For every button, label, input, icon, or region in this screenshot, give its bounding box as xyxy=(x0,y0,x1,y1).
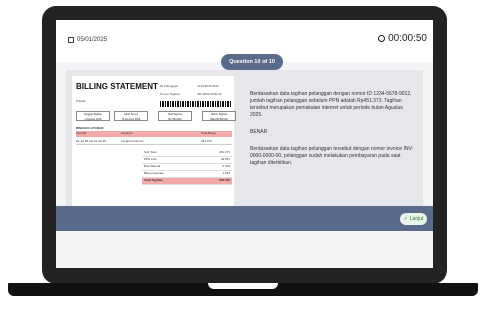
calendar-icon xyxy=(68,37,74,43)
statement-title: BILLING STATEMENT xyxy=(76,82,158,91)
date-text: 05/01/2025 xyxy=(77,37,108,43)
summary-box: Tanggal Tagihan 1 Agustus 2025 xyxy=(76,111,110,121)
next-button[interactable]: ✓ Lanjut xyxy=(400,213,427,225)
meta-value: 1234-5678-9012 xyxy=(197,84,220,88)
summary-row: PPN 11% 49.651 xyxy=(142,157,232,164)
summary-row: Biaya Layanan -1.024 xyxy=(142,171,232,178)
screen: 05/01/2025 00:00:50 Question 10 of 10 BI… xyxy=(56,20,433,268)
summary-box: Status Tagihan BELUM BAYAR xyxy=(202,111,236,121)
meta-labels: ID Pelanggan Nomor Tagihan xyxy=(160,82,180,98)
next-label: Lanjut xyxy=(409,216,424,222)
customer-type: Pribadi xyxy=(76,99,86,103)
summary-boxes: Tanggal Tagihan 1 Agustus 2025 Jatuh Temp… xyxy=(76,111,236,121)
meta-label: ID Pelanggan xyxy=(160,84,179,88)
question-text: Berdasarkan data tagihan pelanggan denga… xyxy=(250,91,415,177)
date-display: 05/01/2025 xyxy=(68,37,107,43)
clock-icon xyxy=(378,35,386,42)
meta-label: Nomor Tagihan xyxy=(160,92,181,96)
laptop-notch xyxy=(208,283,278,289)
meta-value: INV-0000-0000-00 xyxy=(197,92,222,96)
summary-total-row: Total Tagihan 500.000 xyxy=(142,178,232,185)
footer-bar: ✓ Lanjut xyxy=(56,206,433,231)
check-icon: ✓ xyxy=(403,216,408,222)
statement-2: Berdasarkan data tagihan pelanggan terse… xyxy=(250,146,414,166)
rincian-label: RINCIAN LAYANAN xyxy=(76,126,104,130)
summary-row: Bea Materai 0.000 xyxy=(142,164,232,171)
service-table: Periode Layanan Total Biaya 01 Jul 25 s/… xyxy=(76,131,232,145)
table-header: Periode Layanan Total Biaya xyxy=(76,131,232,137)
summary-table: Sub Total 451.373 PPN 11% 49.651 Bea Mater… xyxy=(142,150,232,185)
barcode xyxy=(160,101,232,107)
timer: 00:00:50 xyxy=(378,33,427,44)
question-badge: Question 10 of 10 xyxy=(221,54,283,70)
timer-text: 00:00:50 xyxy=(388,33,427,44)
billing-statement: BILLING STATEMENT ID Pelanggan Nomor Tag… xyxy=(72,76,236,208)
statement-label: BENAR xyxy=(250,129,268,135)
summary-box: Jatuh Tempo 15 Agustus 2025 xyxy=(114,111,148,121)
summary-box: Total Tagihan Rp 500.000 xyxy=(158,111,192,121)
meta-values: 1234-5678-9012 INV-0000-0000-00 xyxy=(197,82,222,98)
summary-row: Sub Total 451.373 xyxy=(142,150,232,157)
question-content: BILLING STATEMENT ID Pelanggan Nomor Tag… xyxy=(66,70,423,208)
table-row: 01 Jul 25 s/d 31 Jul 25 Layanan Internet… xyxy=(76,137,232,145)
statement-1: Berdasarkan data tagihan pelanggan denga… xyxy=(250,91,412,118)
